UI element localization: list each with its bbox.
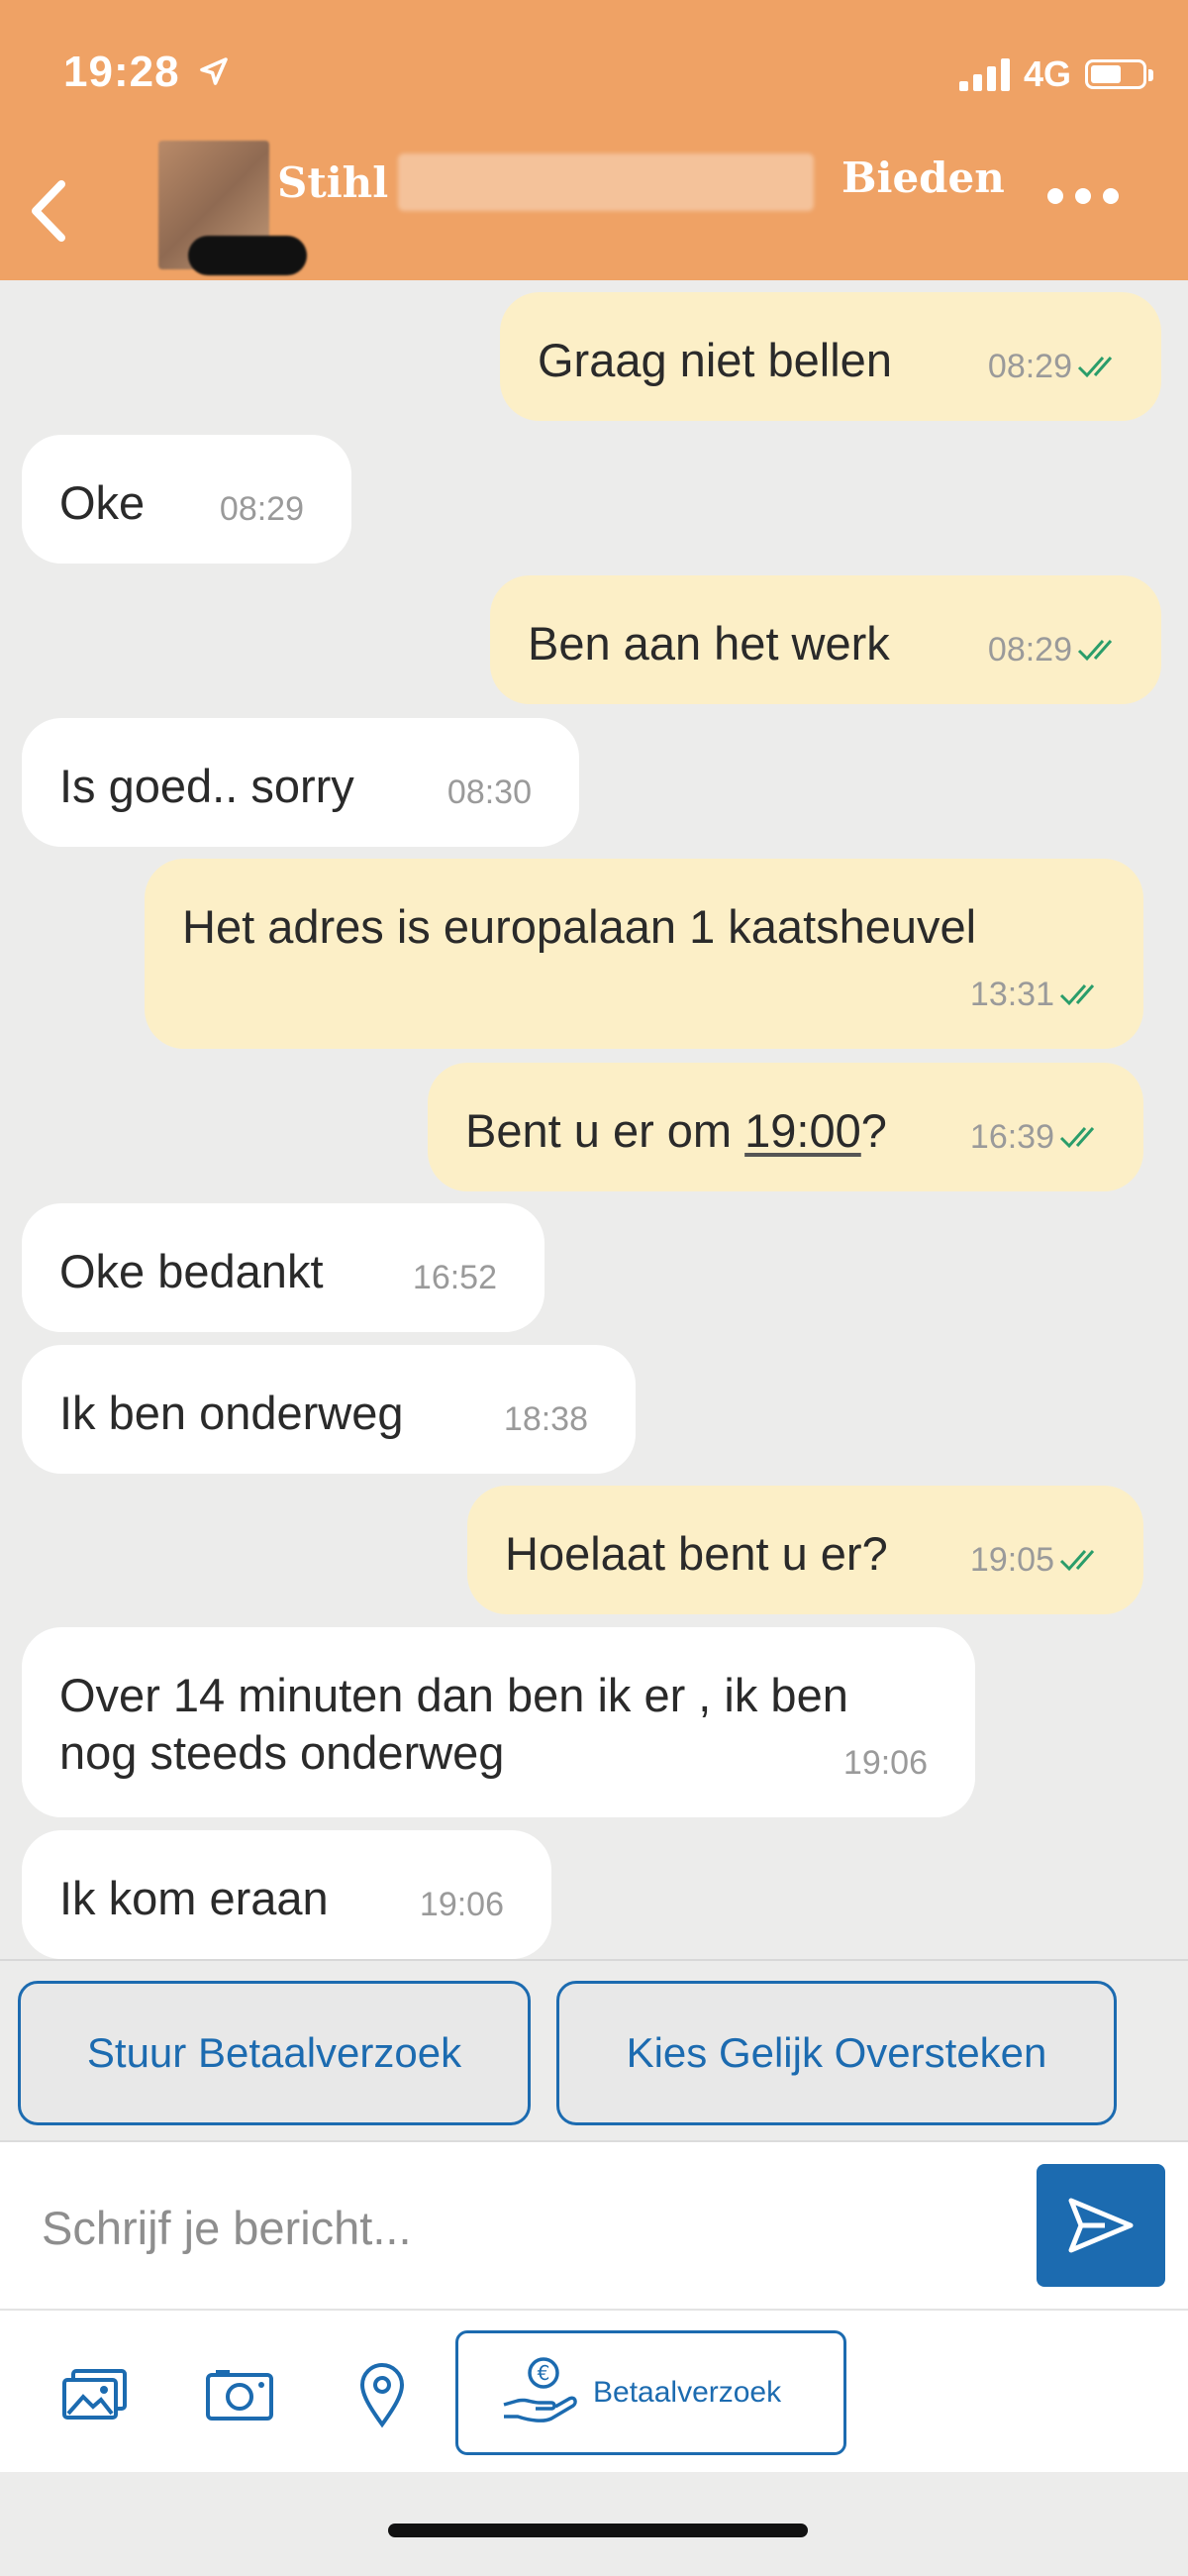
message-list[interactable]: Graag niet bellen 08:29 Oke 08:29 Ben aa… bbox=[0, 280, 1188, 1959]
signal-icon bbox=[958, 57, 1010, 91]
message-meta: 19:05 bbox=[970, 1531, 1104, 1589]
message-meta: 19:06 bbox=[843, 1734, 928, 1792]
network-type: 4G bbox=[1023, 53, 1071, 94]
message-meta: 08:29 bbox=[220, 480, 304, 538]
message-text: Over 14 minuten dan ben ik er , ik ben n… bbox=[59, 1669, 848, 1779]
compose-bar bbox=[0, 2140, 1188, 2309]
message-time: 08:29 bbox=[987, 348, 1072, 385]
message-time: 19:06 bbox=[419, 1886, 504, 1923]
home-indicator[interactable] bbox=[388, 2524, 808, 2537]
message-outgoing[interactable]: Graag niet bellen 08:29 bbox=[500, 292, 1161, 421]
message-incoming[interactable]: Is goed.. sorry 08:30 bbox=[22, 718, 579, 847]
gallery-icon[interactable] bbox=[55, 2360, 135, 2429]
message-meta: 13:31 bbox=[970, 966, 1104, 1023]
message-outgoing[interactable]: Hoelaat bent u er? 19:05 bbox=[467, 1486, 1143, 1614]
home-indicator-area bbox=[0, 2472, 1188, 2576]
message-incoming[interactable]: Over 14 minuten dan ben ik er , ik ben n… bbox=[22, 1627, 975, 1817]
battery-icon bbox=[1085, 59, 1153, 89]
equal-crossing-button[interactable]: Kies Gelijk Oversteken bbox=[556, 1981, 1117, 2125]
message-meta: 16:52 bbox=[413, 1249, 497, 1306]
message-incoming[interactable]: Oke 08:29 bbox=[22, 435, 351, 564]
message-text-part: Bent u er om bbox=[465, 1104, 745, 1157]
send-button[interactable] bbox=[1037, 2164, 1165, 2287]
chat-title: Stihl bbox=[277, 157, 389, 207]
send-icon bbox=[1068, 2198, 1134, 2253]
message-meta: 08:30 bbox=[447, 764, 532, 821]
chat-header: 19:28 4G Stihl Bieden bbox=[0, 0, 1188, 280]
send-payment-request-button[interactable]: Stuur Betaalverzoek bbox=[18, 1981, 531, 2125]
message-outgoing[interactable]: Bent u er om 19:00? 16:39 bbox=[428, 1063, 1143, 1191]
double-check-icon bbox=[1077, 640, 1113, 662]
payment-request-label: Betaalverzoek bbox=[593, 2376, 782, 2409]
message-meta: 16:39 bbox=[970, 1108, 1104, 1166]
attachment-toolbar: € Betaalverzoek bbox=[0, 2309, 1188, 2472]
bid-button[interactable]: Bieden bbox=[842, 154, 1005, 202]
message-text-part: ? bbox=[860, 1104, 887, 1157]
message-meta: 18:38 bbox=[504, 1391, 588, 1448]
message-incoming[interactable]: Ik kom eraan 19:06 bbox=[22, 1830, 551, 1959]
double-check-icon bbox=[1077, 357, 1113, 378]
message-time: 13:31 bbox=[969, 976, 1054, 1013]
status-indicators: 4G bbox=[958, 50, 1153, 99]
message-outgoing[interactable]: Het adres is europalaan 1 kaatsheuvel 13… bbox=[145, 859, 1143, 1049]
message-meta: 08:29 bbox=[988, 621, 1122, 678]
back-arrow-icon[interactable] bbox=[22, 176, 77, 246]
location-pin-icon[interactable] bbox=[343, 2360, 422, 2429]
message-time: 18:38 bbox=[503, 1400, 588, 1438]
message-time: 16:39 bbox=[969, 1118, 1054, 1156]
svg-text:€: € bbox=[538, 2361, 550, 2385]
double-check-icon bbox=[1059, 1127, 1095, 1149]
double-check-icon bbox=[1059, 984, 1095, 1006]
payment-request-button[interactable]: € Betaalverzoek bbox=[455, 2330, 846, 2455]
message-time: 19:06 bbox=[842, 1744, 928, 1782]
chat-title-area[interactable]: Stihl bbox=[277, 154, 815, 211]
message-outgoing[interactable]: Ben aan het werk 08:29 bbox=[490, 575, 1161, 704]
more-options-icon[interactable] bbox=[1047, 188, 1119, 204]
message-meta: 08:29 bbox=[988, 338, 1122, 395]
camera-icon[interactable] bbox=[200, 2360, 279, 2429]
message-time: 08:29 bbox=[987, 631, 1072, 669]
hand-euro-icon: € bbox=[503, 2357, 577, 2422]
status-time: 19:28 bbox=[63, 48, 180, 96]
avatar[interactable] bbox=[158, 141, 307, 275]
message-incoming[interactable]: Ik ben onderweg 18:38 bbox=[22, 1345, 636, 1474]
message-time: 16:52 bbox=[412, 1259, 497, 1296]
message-meta: 19:06 bbox=[420, 1876, 504, 1933]
double-check-icon bbox=[1059, 1550, 1095, 1572]
message-time: 08:29 bbox=[219, 490, 304, 528]
message-text: Het adres is europalaan 1 kaatsheuvel bbox=[182, 900, 977, 953]
message-incoming[interactable]: Oke bedankt 16:52 bbox=[22, 1203, 544, 1332]
quick-actions: Stuur Betaalverzoek Kies Gelijk Overstek… bbox=[0, 1959, 1188, 2140]
location-arrow-icon bbox=[200, 57, 228, 85]
redacted-title bbox=[398, 154, 815, 211]
time-link[interactable]: 19:00 bbox=[744, 1104, 861, 1157]
message-time: 08:30 bbox=[446, 773, 532, 811]
message-input[interactable] bbox=[40, 2172, 994, 2283]
message-time: 19:05 bbox=[969, 1541, 1054, 1579]
